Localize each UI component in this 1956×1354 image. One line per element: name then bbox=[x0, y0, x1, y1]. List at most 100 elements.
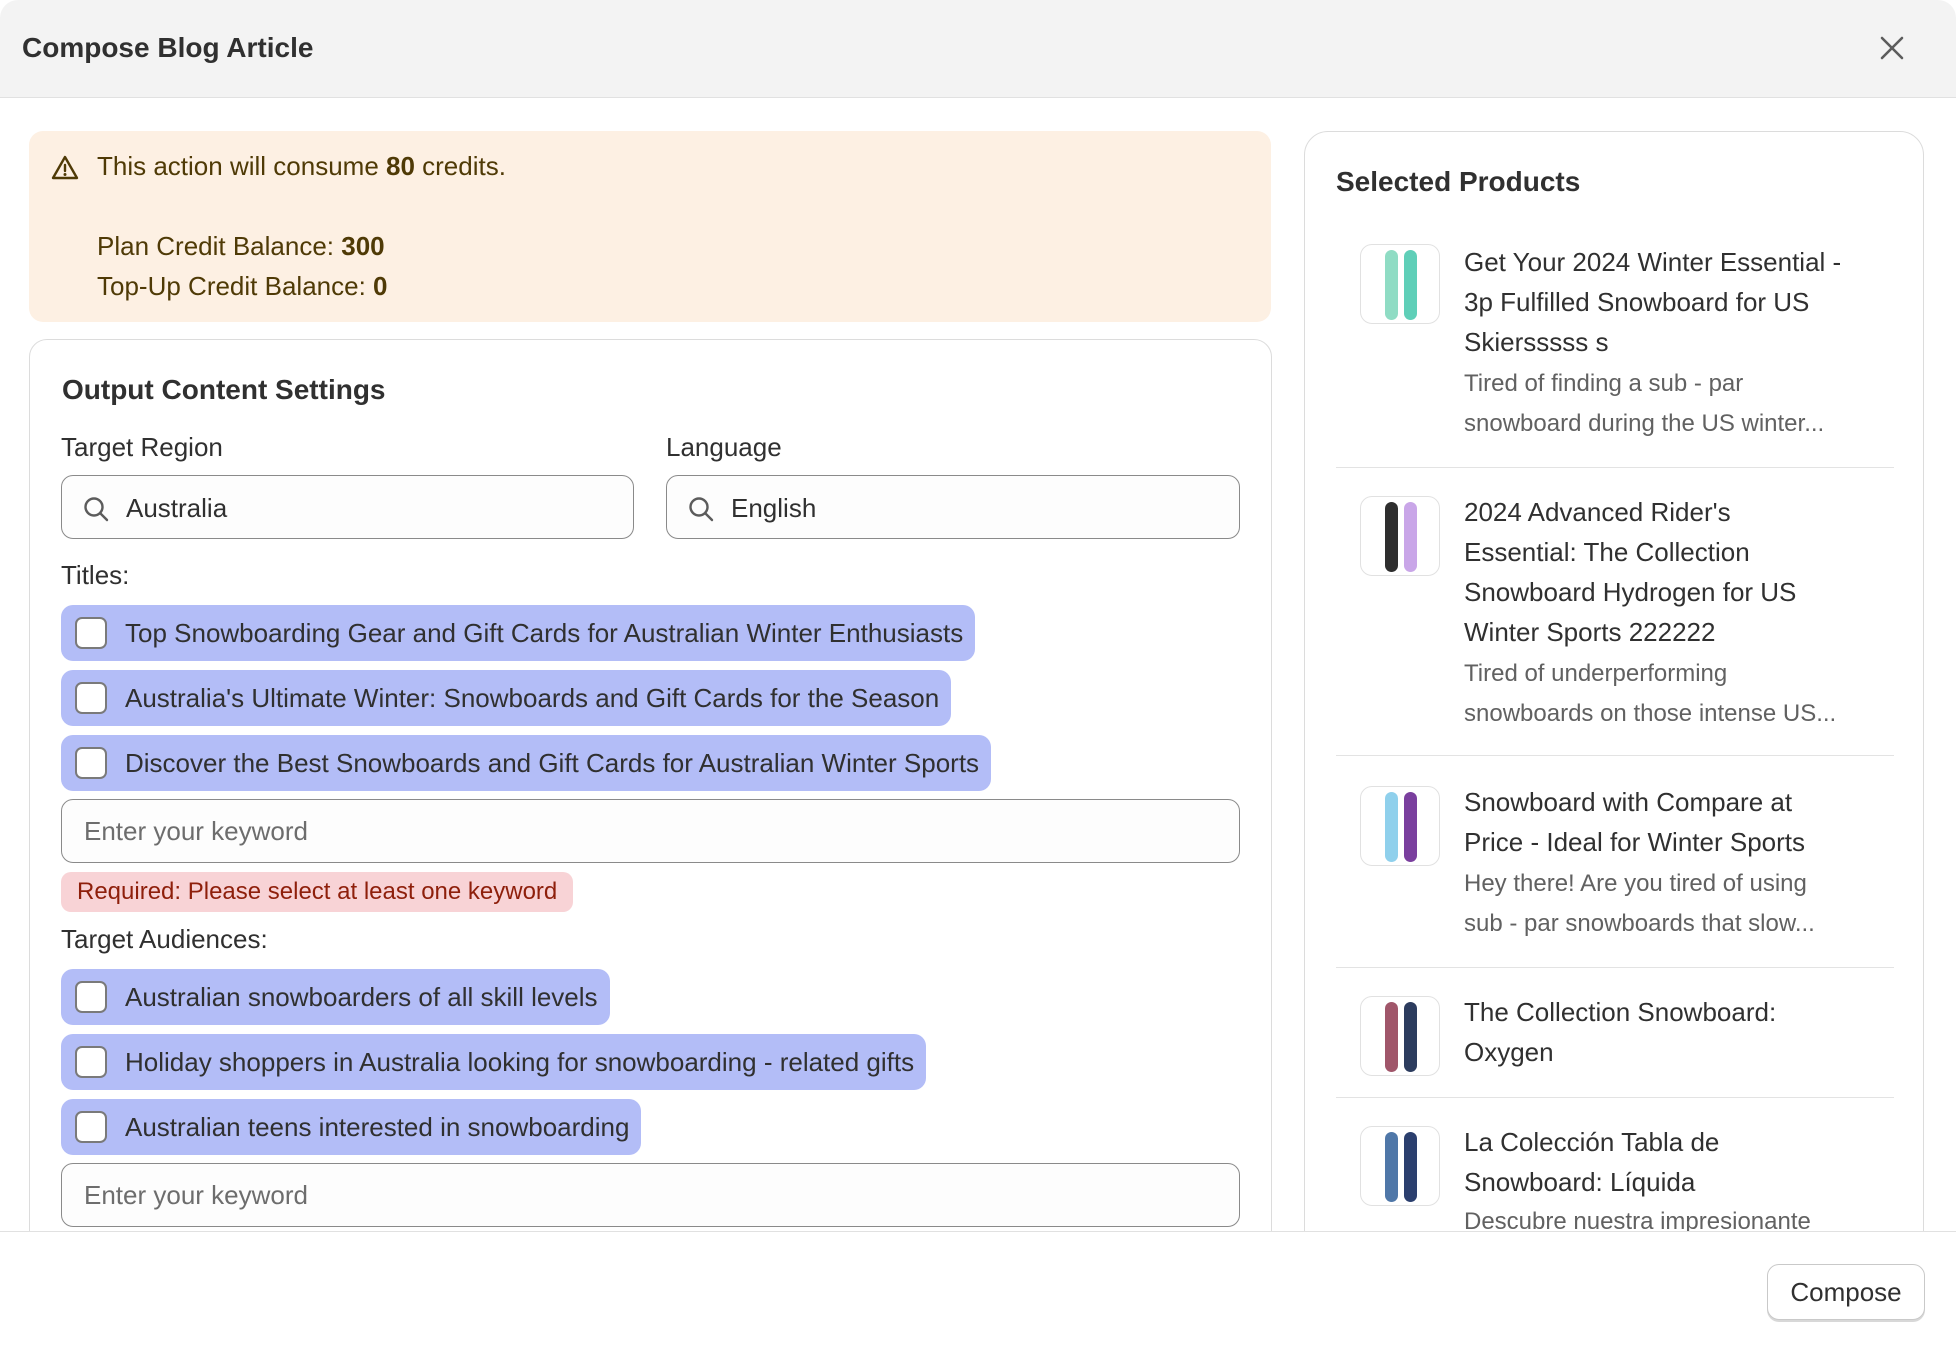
product-thumbnail bbox=[1360, 244, 1440, 324]
plan-balance-label: Plan Credit Balance: bbox=[97, 231, 342, 261]
title-option[interactable]: Discover the Best Snowboards and Gift Ca… bbox=[61, 735, 992, 791]
product-title-line: Winter Sports 222222 bbox=[1464, 617, 1716, 647]
product-title: Get Your 2024 Winter Essential - 3p Fulf… bbox=[1464, 242, 1884, 362]
audience-option[interactable]: Australian teens interested in snowboard… bbox=[61, 1099, 642, 1155]
product-title-line: Snowboard with Compare at bbox=[1464, 787, 1793, 817]
product-title-line: 3p Fulfilled Snowboard for US bbox=[1464, 287, 1810, 317]
product-description: Hey there! Are you tired of using sub - … bbox=[1464, 864, 1884, 944]
snowboard-image bbox=[1385, 792, 1417, 862]
language-value: English bbox=[731, 493, 817, 523]
target-region-value: Australia bbox=[126, 493, 228, 523]
snowboard-left bbox=[1385, 792, 1398, 862]
title-keyword-input[interactable] bbox=[61, 799, 1240, 863]
audience-option-text: Australian snowboarders of all skill lev… bbox=[125, 981, 598, 1012]
compose-blog-dialog: Compose Blog Article This action will co… bbox=[0, 0, 1956, 1354]
language-select[interactable]: English bbox=[666, 475, 1240, 539]
product-title: La Colección Tabla de Snowboard: Líquida bbox=[1464, 1122, 1884, 1202]
product-description: Tired of finding a sub - par snowboard d… bbox=[1464, 364, 1884, 444]
settings-title: Output Content Settings bbox=[62, 374, 386, 405]
product-item[interactable]: Get Your 2024 Winter Essential - 3p Fulf… bbox=[1336, 242, 1894, 468]
product-title-line: Oxygen bbox=[1464, 1037, 1554, 1067]
topup-balance-value: 0 bbox=[373, 271, 388, 301]
checkbox[interactable] bbox=[75, 1046, 107, 1078]
snowboard-right bbox=[1404, 502, 1417, 572]
checkbox[interactable] bbox=[75, 617, 107, 649]
product-thumbnail bbox=[1360, 496, 1440, 576]
close-icon bbox=[1880, 36, 1904, 60]
title-option-text: Discover the Best Snowboards and Gift Ca… bbox=[125, 747, 980, 778]
title-option-text: Australia's Ultimate Winter: Snowboards … bbox=[125, 682, 940, 713]
product-title: 2024 Advanced Rider's Essential: The Col… bbox=[1464, 492, 1884, 652]
product-desc-line: Tired of underperforming bbox=[1464, 660, 1728, 687]
language-label: Language bbox=[666, 432, 782, 462]
snowboard-image bbox=[1385, 1132, 1417, 1202]
target-region-label: Target Region bbox=[61, 432, 223, 462]
product-title: The Collection Snowboard: Oxygen bbox=[1464, 992, 1884, 1072]
target-audiences-label: Target Audiences: bbox=[61, 924, 268, 954]
snowboard-right bbox=[1404, 250, 1417, 320]
snowboard-right bbox=[1404, 1132, 1417, 1202]
product-desc-line: Hey there! Are you tired of using bbox=[1464, 870, 1807, 897]
product-title-line: 2024 Advanced Rider's bbox=[1464, 497, 1731, 527]
product-title: Snowboard with Compare at Price - Ideal … bbox=[1464, 782, 1884, 862]
product-thumbnail bbox=[1360, 1126, 1440, 1206]
product-thumbnail bbox=[1360, 996, 1440, 1076]
plan-balance-value: 300 bbox=[341, 231, 385, 261]
product-desc-line: Tired of finding a sub - par bbox=[1464, 370, 1744, 397]
product-title-line: Essential: The Collection bbox=[1464, 537, 1750, 567]
snowboard-image bbox=[1385, 1002, 1417, 1072]
selected-products-title: Selected Products bbox=[1336, 166, 1581, 197]
snowboard-right bbox=[1404, 1002, 1417, 1072]
close-button[interactable] bbox=[1872, 28, 1912, 68]
snowboard-left bbox=[1385, 502, 1398, 572]
credits-prefix: This action will consume bbox=[97, 151, 386, 181]
audience-option[interactable]: Australian snowboarders of all skill lev… bbox=[61, 969, 610, 1025]
product-title-line: Snowboard: Líquida bbox=[1464, 1167, 1696, 1197]
product-description: Tired of underperforming snowboards on t… bbox=[1464, 654, 1884, 734]
keyword-error-badge: Required: Please select at least one key… bbox=[61, 872, 574, 912]
product-item[interactable]: 2024 Advanced Rider's Essential: The Col… bbox=[1336, 492, 1894, 756]
topup-balance: Top-Up Credit Balance: 0 bbox=[97, 271, 388, 302]
audience-keyword-input[interactable] bbox=[61, 1163, 1240, 1227]
snowboard-right bbox=[1404, 792, 1417, 862]
product-title-line: Price - Ideal for Winter Sports bbox=[1464, 827, 1805, 857]
checkbox[interactable] bbox=[75, 981, 107, 1013]
plan-balance: Plan Credit Balance: 300 bbox=[97, 231, 385, 262]
product-title-line: La Colección Tabla de bbox=[1464, 1127, 1720, 1157]
snowboard-left bbox=[1385, 250, 1398, 320]
product-title-line: The Collection Snowboard: bbox=[1464, 997, 1777, 1027]
snowboard-image bbox=[1385, 502, 1417, 572]
title-option[interactable]: Top Snowboarding Gear and Gift Cards for… bbox=[61, 605, 976, 661]
product-desc-line: snowboards on those intense US... bbox=[1464, 700, 1837, 727]
credits-consume-text: This action will consume 80 credits. bbox=[97, 151, 506, 182]
titles-label: Titles: bbox=[61, 560, 130, 590]
snowboard-left bbox=[1385, 1132, 1398, 1202]
product-title-line: Get Your 2024 Winter Essential - bbox=[1464, 247, 1842, 277]
compose-button[interactable]: Compose bbox=[1767, 1264, 1925, 1320]
credits-suffix: credits. bbox=[414, 151, 506, 181]
snowboard-left bbox=[1385, 1002, 1398, 1072]
target-region-select[interactable]: Australia bbox=[61, 475, 634, 539]
product-desc-line: snowboard during the US winter... bbox=[1464, 410, 1825, 437]
credits-amount: 80 bbox=[386, 151, 415, 181]
search-icon bbox=[84, 497, 109, 522]
dialog-footer: Compose bbox=[0, 1231, 1956, 1354]
snowboard-image bbox=[1385, 250, 1417, 320]
product-item[interactable]: Snowboard with Compare at Price - Ideal … bbox=[1336, 782, 1894, 968]
checkbox[interactable] bbox=[75, 747, 107, 779]
product-desc-line: sub - par snowboards that slow... bbox=[1464, 910, 1815, 937]
dialog-title: Compose Blog Article bbox=[22, 32, 314, 63]
product-thumbnail bbox=[1360, 786, 1440, 866]
selected-products-panel: Selected Products Get Your 2024 Winter E… bbox=[1304, 131, 1924, 1321]
title-option[interactable]: Australia's Ultimate Winter: Snowboards … bbox=[61, 670, 952, 726]
checkbox[interactable] bbox=[75, 1111, 107, 1143]
topup-balance-label: Top-Up Credit Balance: bbox=[97, 271, 374, 301]
audience-option[interactable]: Holiday shoppers in Australia looking fo… bbox=[61, 1034, 927, 1090]
title-option-text: Top Snowboarding Gear and Gift Cards for… bbox=[125, 617, 964, 648]
checkbox[interactable] bbox=[75, 682, 107, 714]
audience-option-text: Holiday shoppers in Australia looking fo… bbox=[125, 1046, 915, 1077]
product-item[interactable]: The Collection Snowboard: Oxygen bbox=[1336, 992, 1894, 1098]
audience-option-text: Australian teens interested in snowboard… bbox=[125, 1111, 630, 1142]
output-settings-card: Output Content Settings Target Region La… bbox=[29, 339, 1272, 1299]
product-title-line: Snowboard Hydrogen for US bbox=[1464, 577, 1797, 607]
